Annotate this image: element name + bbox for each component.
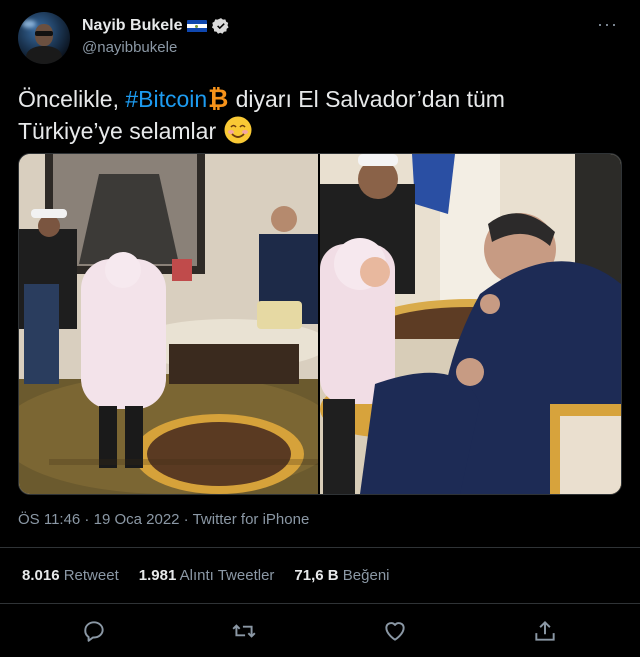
more-options-icon[interactable]: ··· [597, 14, 618, 35]
stat-retweets-label: Retweet [63, 567, 119, 584]
stat-likes-label: Beğeni [342, 567, 390, 584]
tweet-source[interactable]: Twitter for iPhone [193, 511, 310, 528]
tweet-stats: 8.016 Retweet 1.981 Alıntı Tweetler 71,6… [22, 567, 390, 584]
tweet-actions [0, 614, 640, 650]
divider-top [0, 547, 640, 548]
tweet-timestamp[interactable]: ÖS 11:46 · 19 Oca 2022 · Twitter for iPh… [18, 511, 309, 528]
photo-right[interactable] [320, 154, 621, 494]
tweet-media[interactable] [18, 153, 622, 495]
stat-quotes[interactable]: 1.981 Alıntı Tweetler [139, 567, 275, 584]
retweet-icon[interactable] [231, 618, 257, 644]
author-handle[interactable]: @nayibbukele [82, 39, 177, 56]
photo-left[interactable] [19, 154, 318, 494]
stat-likes[interactable]: 71,6 B Beğeni [294, 567, 389, 584]
stat-quotes-label: Alıntı Tweetler [179, 567, 275, 584]
stat-retweets[interactable]: 8.016 Retweet [22, 567, 119, 584]
divider-bottom [0, 603, 640, 604]
bitcoin-emoji-icon: ₿ [208, 85, 228, 111]
stat-retweets-value: 8.016 [22, 567, 60, 584]
tweet-date: 19 Oca 2022 [93, 511, 180, 528]
avatar[interactable] [18, 12, 70, 64]
tweet-time: ÖS 11:46 [18, 511, 81, 528]
author-name-row[interactable]: Nayib Bukele [82, 17, 230, 35]
author-name[interactable]: Nayib Bukele [82, 17, 182, 35]
el-salvador-flag-icon [187, 19, 208, 33]
share-icon[interactable] [532, 618, 558, 644]
tweet-header: Nayib Bukele @nayibbukele ··· [0, 0, 640, 70]
meta-separator-2: · [179, 511, 193, 528]
tweet-text: Öncelikle, #Bitcoin ₿ diyarı El Salvador’… [18, 83, 618, 147]
tweet-text-part2: diyarı El Salvador’dan tüm [229, 86, 505, 112]
verified-badge-icon [212, 18, 230, 34]
tweet-text-part1: Öncelikle, [18, 86, 126, 112]
hashtag-link[interactable]: #Bitcoin [125, 86, 207, 112]
svg-text:₿: ₿ [208, 85, 228, 111]
stat-quotes-value: 1.981 [138, 567, 177, 584]
stat-likes-value: 71,6 B [294, 567, 339, 584]
smiling-face-emoji-icon [224, 116, 251, 144]
like-icon[interactable] [382, 618, 408, 644]
meta-separator-1: · [80, 511, 94, 528]
reply-icon[interactable] [81, 618, 107, 644]
tweet-text-line2: Türkiye’ye selamlar [18, 118, 223, 144]
